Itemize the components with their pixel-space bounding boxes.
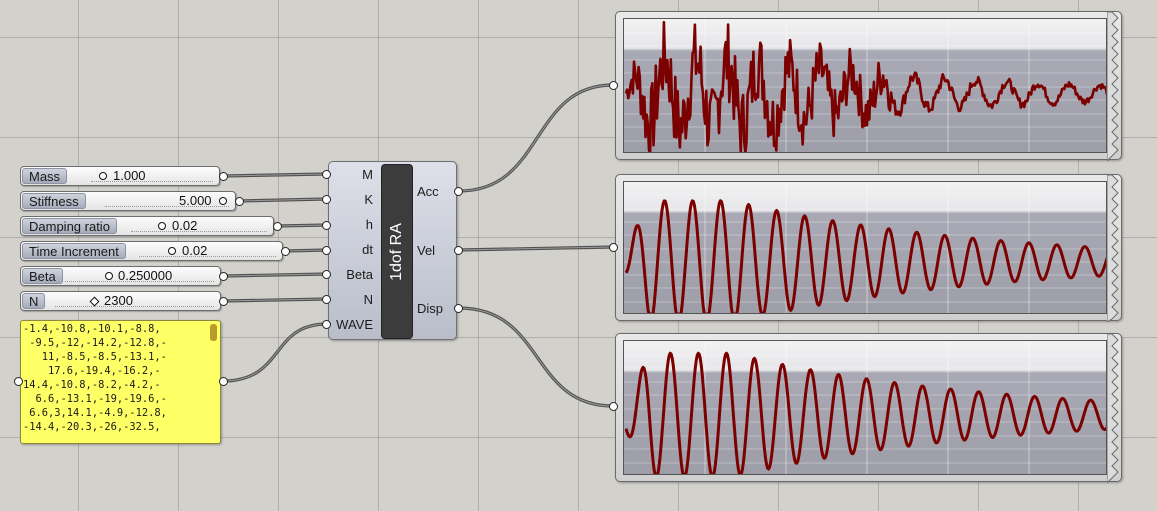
input-grip-beta[interactable]: [322, 270, 331, 279]
vel-scope-input-grip[interactable]: [609, 243, 618, 252]
damping-ratio-slider-label: Damping ratio: [22, 218, 117, 234]
acc-scope-input-grip[interactable]: [609, 81, 618, 90]
n-slider-value: 2300: [104, 293, 133, 308]
damping-ratio-slider-value: 0.02: [172, 218, 198, 233]
time-increment-output-grip[interactable]: [281, 247, 290, 256]
vel-scope[interactable]: [615, 174, 1122, 322]
acc-scope[interactable]: [615, 11, 1122, 161]
time-increment-slider-label: Time Increment: [22, 243, 126, 259]
mass-slider-handle[interactable]: [99, 172, 107, 180]
vel-scope-screen: [623, 181, 1107, 314]
stiffness-slider[interactable]: Stiffness 5.000: [20, 191, 236, 211]
damping-ratio-slider-handle[interactable]: [158, 222, 166, 230]
mass-slider[interactable]: Mass 1.000: [20, 166, 220, 186]
wave-data-panel[interactable]: -1.4,-10.8,-10.1,-8.8, -9.5,-12,-14.2,-1…: [20, 320, 221, 444]
mass-slider-value: 1.000: [113, 168, 146, 183]
panel-input-grip[interactable]: [14, 377, 23, 386]
input-beta[interactable]: Beta: [346, 268, 373, 282]
wave-data-text: -1.4,-10.8,-10.1,-8.8, -9.5,-12,-14.2,-1…: [23, 323, 167, 433]
n-slider-label: N: [22, 293, 46, 309]
output-vel[interactable]: Vel: [417, 244, 435, 258]
beta-slider-handle[interactable]: [105, 272, 113, 280]
vel-waveform: [624, 182, 1106, 313]
n-slider[interactable]: N 2300: [20, 291, 221, 311]
stiffness-slider-label: Stiffness: [22, 193, 86, 209]
input-grip-k[interactable]: [322, 195, 331, 204]
n-output-grip[interactable]: [219, 297, 228, 306]
stiffness-output-grip[interactable]: [235, 197, 244, 206]
input-h[interactable]: h: [366, 218, 373, 232]
input-grip-wave[interactable]: [322, 320, 331, 329]
input-wave[interactable]: WAVE: [336, 318, 373, 332]
input-grip-dt[interactable]: [322, 246, 331, 255]
panel-output-grip[interactable]: [219, 377, 228, 386]
1dof-ra-component[interactable]: M K h dt Beta N WAVE 1dof RA Acc Vel Dis…: [328, 161, 457, 340]
time-increment-slider[interactable]: Time Increment 0.02: [20, 241, 283, 261]
wire-wave: [221, 322, 329, 383]
acc-scope-screen: [623, 18, 1107, 153]
input-dt[interactable]: dt: [362, 243, 373, 257]
stiffness-slider-handle[interactable]: [219, 197, 227, 205]
time-increment-slider-value: 0.02: [182, 243, 208, 258]
stiffness-slider-value: 5.000: [179, 193, 212, 208]
output-grip-acc[interactable]: [454, 187, 463, 196]
disp-scope-input-grip[interactable]: [609, 402, 618, 411]
input-k[interactable]: K: [364, 193, 373, 207]
time-increment-slider-handle[interactable]: [168, 247, 176, 255]
input-grip-n[interactable]: [322, 295, 331, 304]
disp-waveform: [624, 341, 1106, 474]
mass-slider-label: Mass: [22, 168, 68, 184]
input-grip-h[interactable]: [322, 221, 331, 230]
output-grip-disp[interactable]: [454, 304, 463, 313]
component-name-bar[interactable]: 1dof RA: [381, 164, 413, 339]
beta-slider-value: 0.250000: [118, 268, 173, 283]
component-name: 1dof RA: [388, 222, 405, 281]
acc-waveform: [624, 19, 1106, 152]
output-disp[interactable]: Disp: [417, 302, 443, 316]
beta-output-grip[interactable]: [219, 272, 228, 281]
damping-ratio-slider[interactable]: Damping ratio 0.02: [20, 216, 274, 236]
output-acc[interactable]: Acc: [417, 185, 439, 199]
beta-slider-label: Beta: [22, 268, 63, 284]
wire-disp: [457, 306, 615, 408]
mass-output-grip[interactable]: [219, 172, 228, 181]
wire-acc: [457, 83, 615, 193]
disp-scope[interactable]: [615, 333, 1122, 483]
disp-scope-screen: [623, 340, 1107, 475]
panel-scrollbar[interactable]: [210, 324, 217, 341]
input-m[interactable]: M: [362, 168, 373, 182]
beta-slider[interactable]: Beta 0.250000: [20, 266, 221, 286]
input-n[interactable]: N: [364, 293, 373, 307]
damping-ratio-output-grip[interactable]: [273, 222, 282, 231]
output-grip-vel[interactable]: [454, 246, 463, 255]
input-grip-m[interactable]: [322, 170, 331, 179]
